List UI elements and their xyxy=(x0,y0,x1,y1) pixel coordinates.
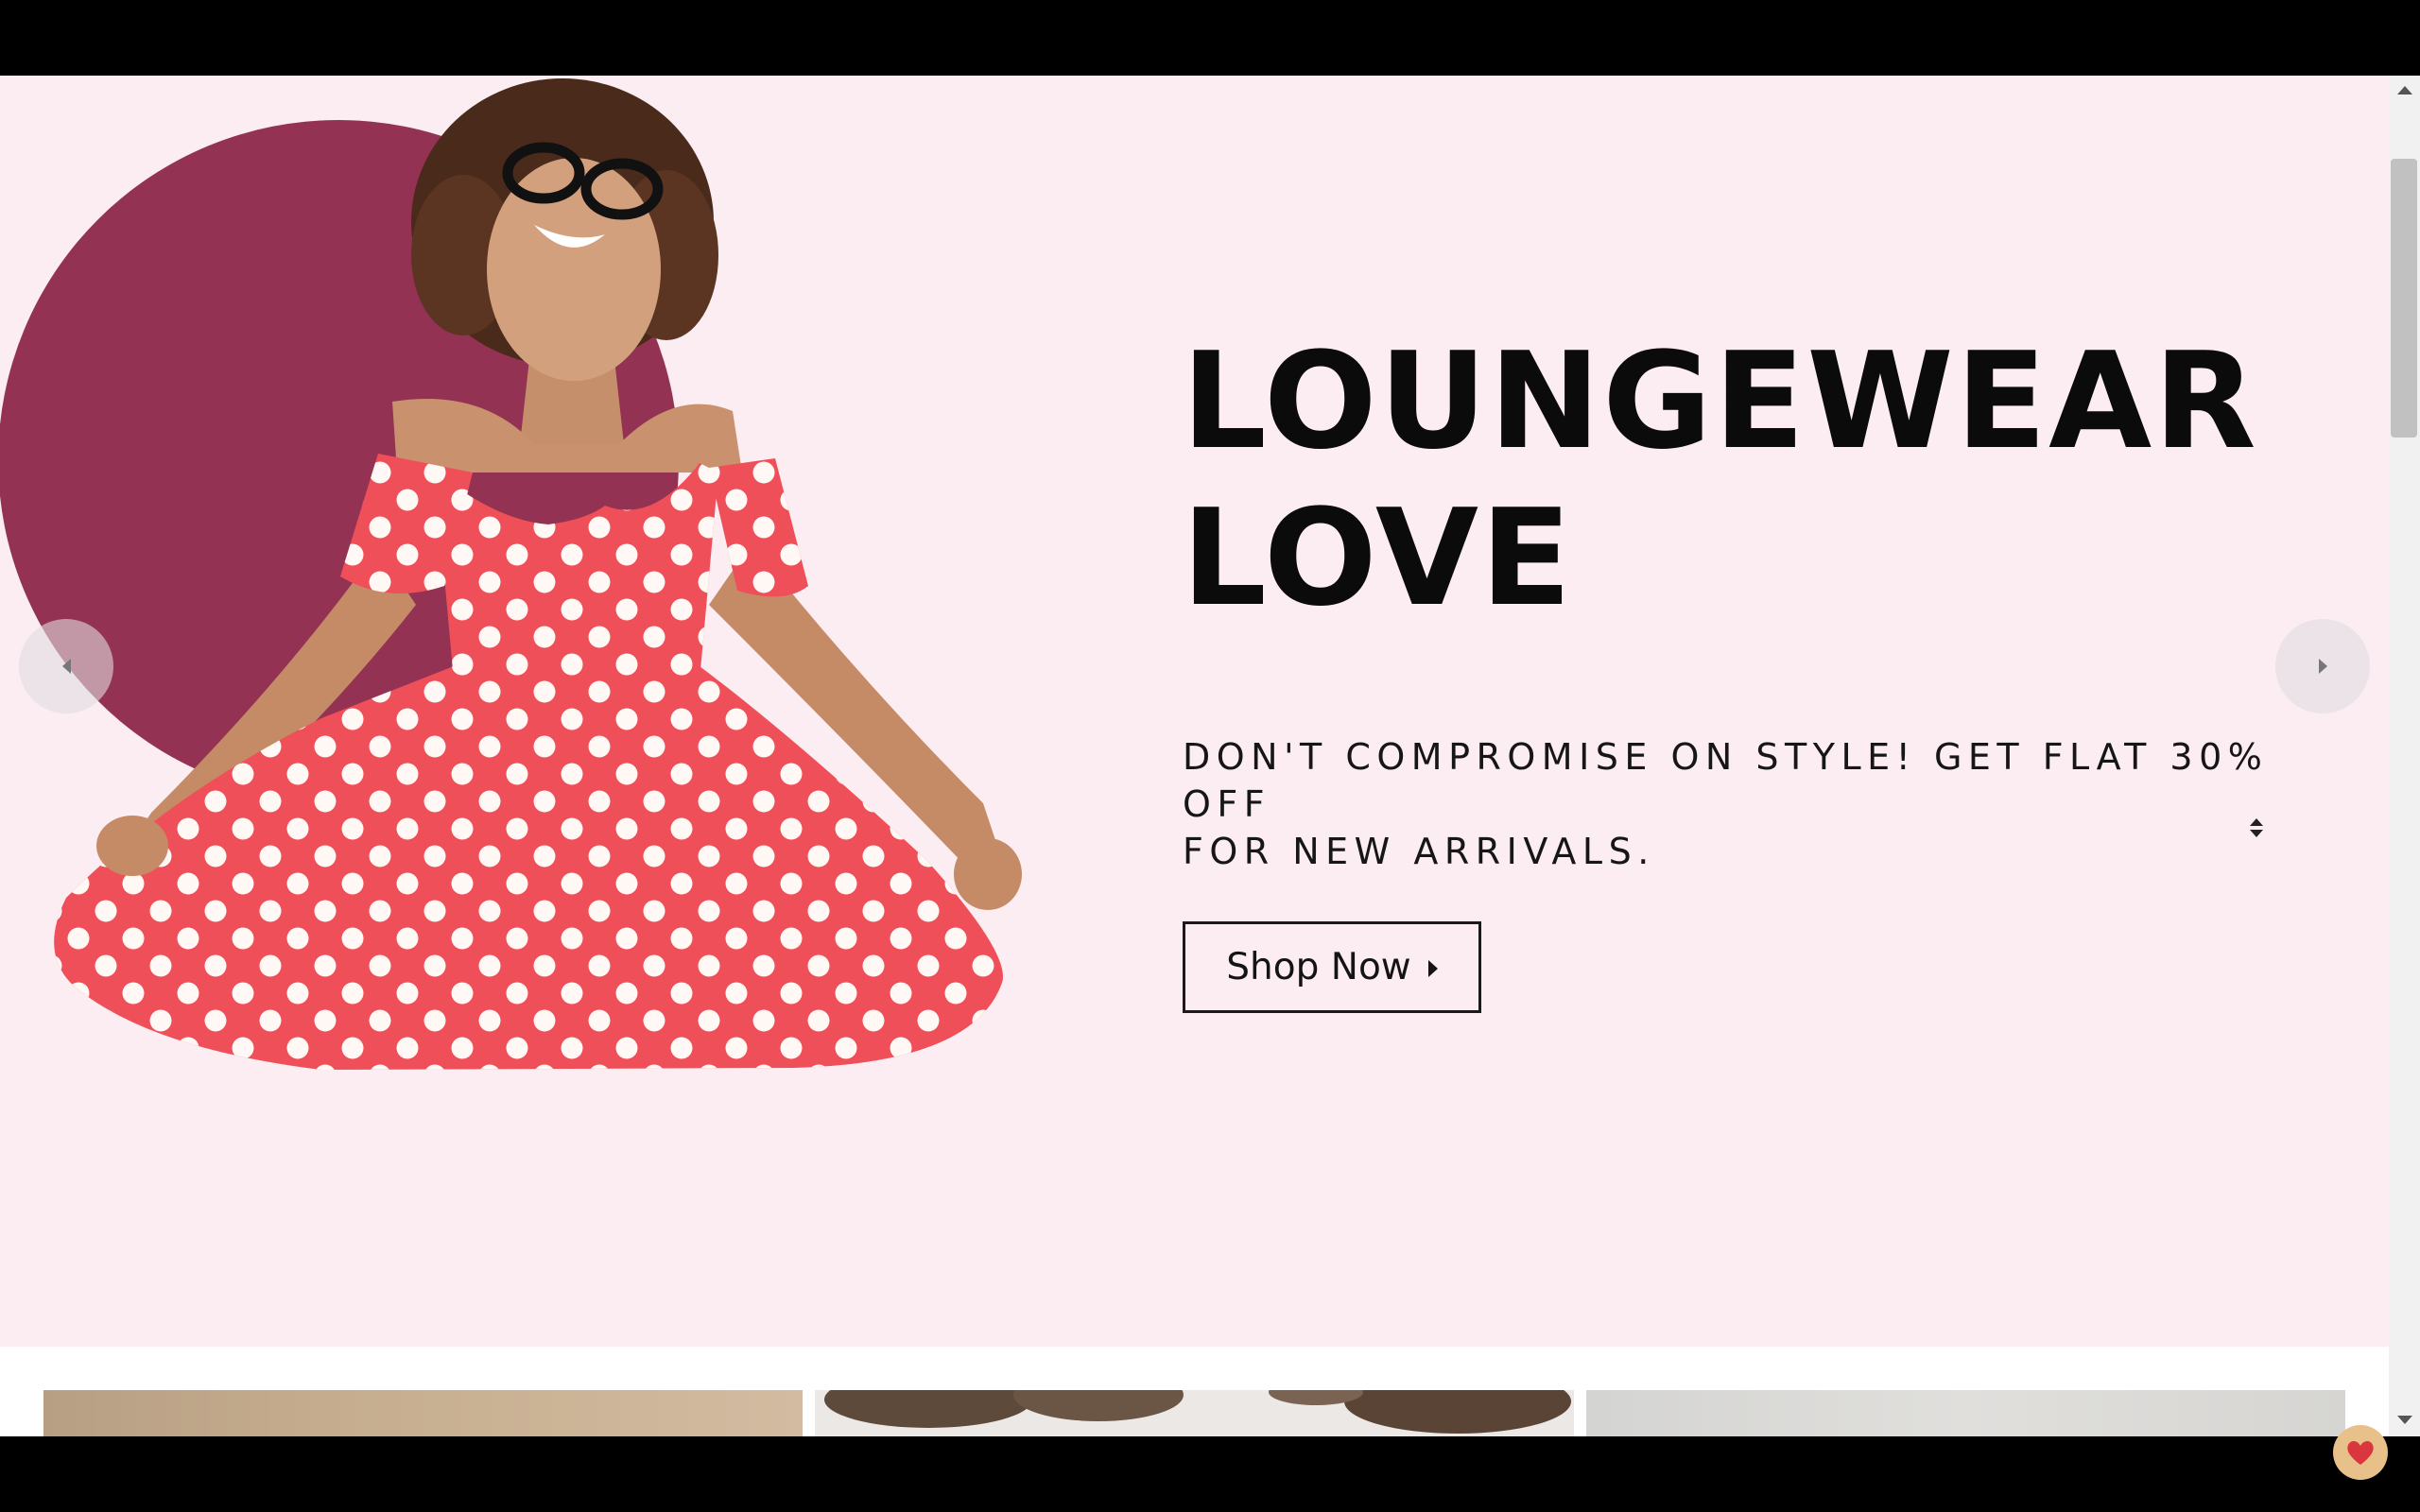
carousel-prev-button[interactable] xyxy=(19,619,113,713)
headline-line-1: LOUNGEWEAR xyxy=(1182,324,2258,479)
scroll-down-arrow-icon[interactable] xyxy=(2397,1416,2412,1424)
page-viewport: LOUNGEWEAR LOVE DON'T COMPROMISE ON STYL… xyxy=(0,76,2389,1436)
subtext-line-1: DON'T COMPROMISE ON STYLE! GET FLAT 30% … xyxy=(1183,736,2269,825)
caret-right-icon xyxy=(1427,959,1438,977)
carousel-next-button[interactable] xyxy=(2275,619,2370,713)
hero-banner: LOUNGEWEAR LOVE DON'T COMPROMISE ON STYL… xyxy=(0,76,2389,1347)
chevron-left-icon xyxy=(61,659,71,674)
chevron-right-icon xyxy=(2318,659,2327,674)
gallery-tile-3[interactable] xyxy=(1586,1390,2345,1436)
chat-heart-icon[interactable] xyxy=(2333,1425,2388,1480)
subtext-line-2: FOR NEW ARRIVALS. xyxy=(1183,831,1655,872)
gallery-strip xyxy=(0,1347,2389,1436)
scrollbar-thumb[interactable] xyxy=(2391,159,2417,438)
hero-subtext: DON'T COMPROMISE ON STYLE! GET FLAT 30% … xyxy=(1183,733,2345,875)
hero-model-image xyxy=(54,78,1022,1070)
headline-line-2: LOVE xyxy=(1182,481,1574,636)
gallery-tile-1[interactable] xyxy=(43,1390,803,1436)
sort-arrows-icon[interactable] xyxy=(2247,818,2266,850)
arrow-up-icon xyxy=(2250,818,2263,826)
scroll-up-arrow-icon[interactable] xyxy=(2397,86,2412,94)
tree-foliage-image xyxy=(815,1390,1574,1436)
shop-now-button[interactable]: Shop Now xyxy=(1183,921,1481,1013)
arrow-down-icon xyxy=(2250,830,2263,837)
heart-icon xyxy=(2347,1440,2374,1465)
shop-now-label: Shop Now xyxy=(1226,946,1411,988)
hero-headline: LOUNGEWEAR LOVE xyxy=(1182,323,2316,637)
gallery-tile-2[interactable] xyxy=(815,1390,1574,1436)
